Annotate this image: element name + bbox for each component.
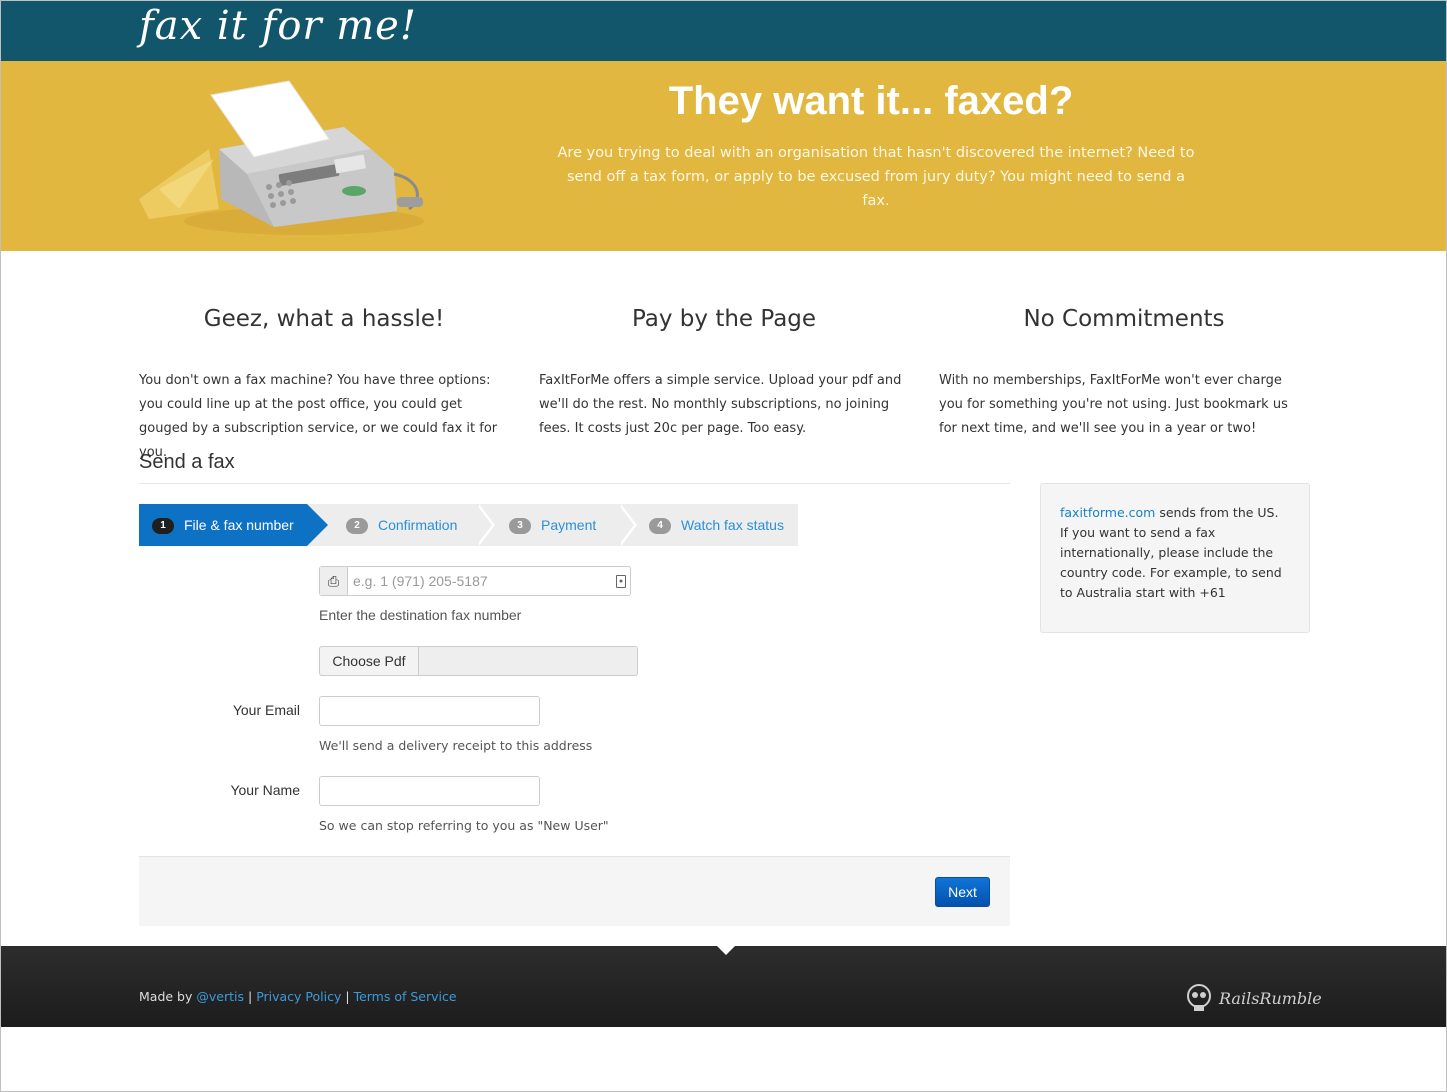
rails-rumble-label: RailsRumble	[1219, 988, 1322, 1008]
feature-text: With no memberships, FaxItForMe won't ev…	[939, 373, 1288, 436]
step-arrow	[307, 504, 328, 546]
feature-title: Pay by the Page	[631, 306, 817, 332]
form-actions: Next	[139, 856, 1010, 926]
step-watch-fax-status[interactable]: 4 Watch fax status	[649, 504, 784, 546]
footer-credits: Made by @vertis | Privacy Policy | Terms…	[139, 989, 457, 1004]
step-label: File & fax number	[184, 517, 294, 533]
step-number: 1	[152, 518, 174, 535]
feature-title: No Commitments	[1023, 306, 1225, 332]
terms-of-service-link[interactable]: Terms of Service	[354, 989, 457, 1004]
step-file-fax-number[interactable]: 1 File & fax number	[139, 504, 307, 546]
fax-help-text: Enter the destination fax number	[319, 607, 522, 623]
rails-rumble-skull-icon	[1187, 984, 1211, 1011]
pdf-file-input[interactable]: Choose Pdf	[319, 646, 638, 676]
separator: |	[247, 989, 253, 1004]
fax-machine-icon	[139, 80, 424, 235]
email-help-text: We'll send a delivery receipt to this ad…	[319, 738, 593, 753]
site-logo[interactable]: fax it for me!	[139, 3, 417, 49]
step-number: 2	[346, 518, 368, 535]
choose-pdf-button[interactable]: Choose Pdf	[320, 647, 419, 675]
section-title: Send a fax	[139, 451, 235, 473]
rails-rumble-badge[interactable]: RailsRumble	[1185, 982, 1322, 1014]
feature-title: Geez, what a hassle!	[203, 306, 445, 332]
separator: |	[345, 989, 350, 1004]
fax-number-field: ⎙ ●	[319, 566, 631, 596]
hero-description: Are you trying to deal with an organisat…	[557, 145, 1195, 209]
name-help-text: So we can stop referring to you as "New …	[319, 818, 609, 833]
privacy-policy-link[interactable]: Privacy Policy	[256, 989, 341, 1004]
top-bar: fax it for me!	[1, 1, 1446, 61]
step-separator	[476, 504, 492, 546]
feature-pay-by-page: Pay by the Page FaxItForMe offers a simp…	[539, 306, 909, 441]
step-number: 3	[509, 518, 531, 535]
email-field[interactable]	[319, 696, 540, 726]
printer-icon: ⎙	[320, 567, 348, 595]
step-confirmation[interactable]: 2 Confirmation	[346, 504, 457, 546]
hero-title: They want it... faxed?	[668, 79, 1074, 123]
divider	[139, 483, 1010, 484]
made-by-text: Made by	[139, 989, 193, 1004]
email-label: Your Email	[232, 702, 300, 718]
step-separator	[618, 504, 634, 546]
wizard-steps: 1 File & fax number 2 Confirmation 3 Paymen…	[139, 504, 798, 546]
footer-notch	[716, 945, 736, 955]
hero-banner: They want it... faxed? Are you trying to…	[1, 61, 1446, 251]
contact-card-icon[interactable]: ●	[616, 575, 626, 588]
step-label: Payment	[541, 517, 597, 533]
feature-no-commitments: No Commitments With no memberships, FaxI…	[939, 306, 1309, 441]
footer: Made by @vertis | Privacy Policy | Terms…	[1, 946, 1446, 1027]
step-payment[interactable]: 3 Payment	[509, 504, 596, 546]
site-link[interactable]: faxitforme.com	[1060, 505, 1155, 520]
step-label: Confirmation	[378, 517, 458, 533]
next-button[interactable]: Next	[935, 877, 990, 907]
feature-hassle: Geez, what a hassle! You don't own a fax…	[139, 306, 509, 465]
feature-text: FaxItForMe offers a simple service. Uplo…	[539, 373, 902, 436]
name-label: Your Name	[230, 782, 300, 798]
international-info-box: faxitforme.com sends from the US. If you…	[1040, 483, 1310, 633]
name-field[interactable]	[319, 776, 540, 806]
step-number: 4	[649, 518, 671, 535]
author-link[interactable]: @vertis	[196, 989, 244, 1004]
step-label: Watch fax status	[681, 517, 784, 533]
fax-number-input[interactable]	[353, 570, 613, 592]
